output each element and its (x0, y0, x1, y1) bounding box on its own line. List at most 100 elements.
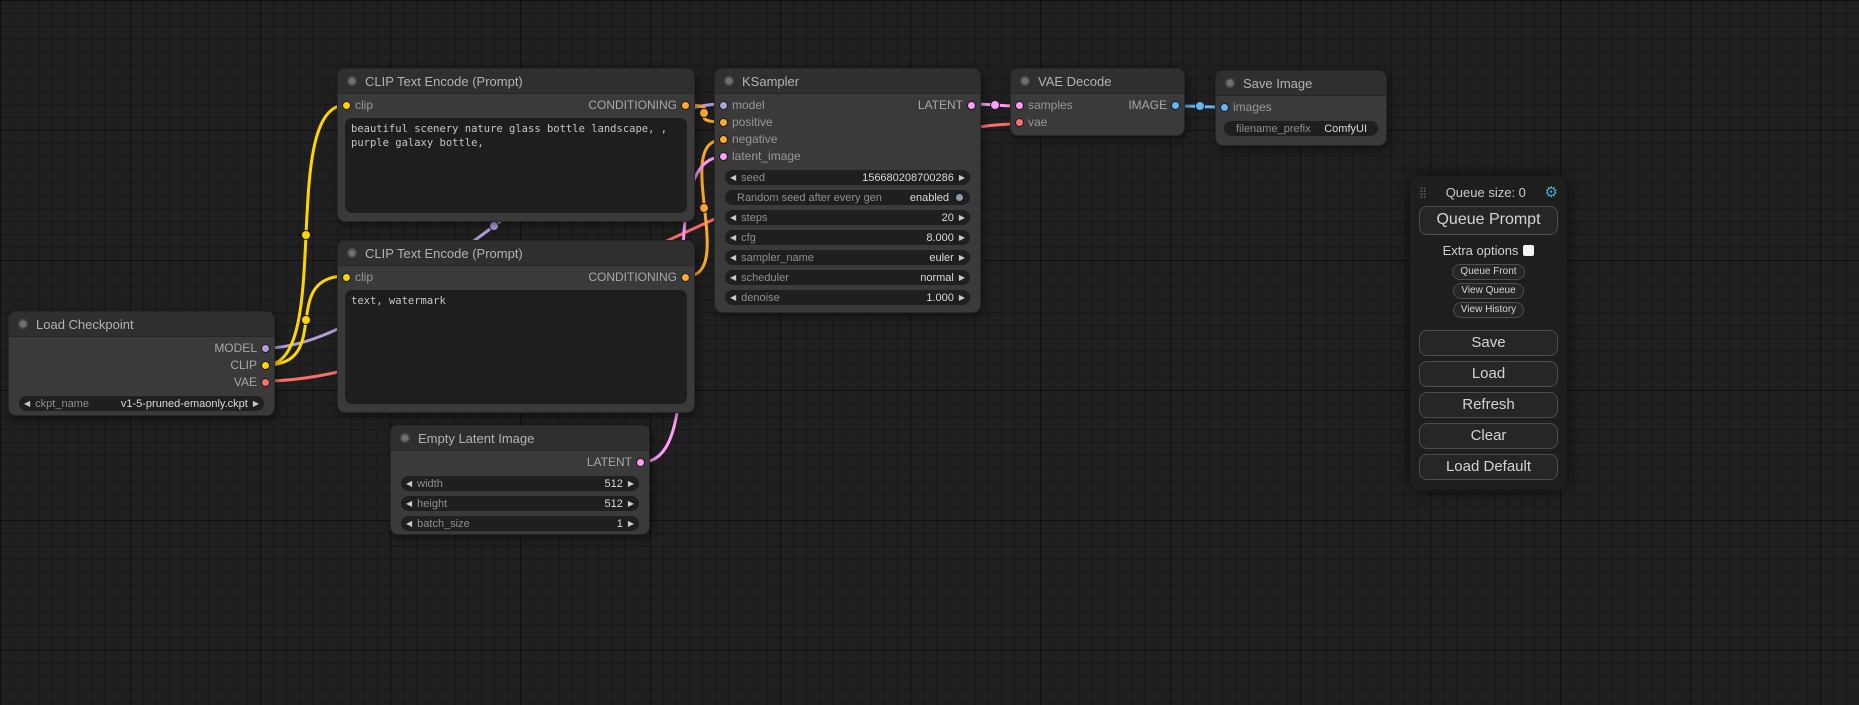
load-button[interactable]: Load (1419, 361, 1558, 387)
collapse-dot-icon[interactable] (1225, 78, 1235, 88)
arrow-left-icon[interactable]: ◀ (24, 396, 30, 411)
slot-row: positive (715, 114, 980, 131)
input-dot-model[interactable] (719, 101, 728, 110)
settings-gear-icon[interactable]: ⚙ (1545, 183, 1558, 201)
input-dot-latent-image[interactable] (719, 152, 728, 161)
arrow-left-icon[interactable]: ◀ (730, 230, 736, 245)
node-clip-text-encode-positive[interactable]: CLIP Text Encode (Prompt) clip CONDITION… (337, 68, 695, 222)
view-history-button[interactable]: View History (1453, 302, 1524, 318)
output-dot-image[interactable] (1171, 101, 1180, 110)
arrow-right-icon[interactable]: ▶ (959, 250, 965, 265)
arrow-right-icon[interactable]: ▶ (959, 210, 965, 225)
node-header[interactable]: CLIP Text Encode (Prompt) (338, 241, 694, 266)
arrow-left-icon[interactable]: ◀ (406, 496, 412, 511)
negative-prompt-textarea[interactable]: text, watermark (345, 290, 687, 404)
arrow-left-icon[interactable]: ◀ (730, 210, 736, 225)
extra-options-checkbox[interactable] (1523, 245, 1534, 256)
widget-batch-size[interactable]: ◀ batch_size 1 ▶ (401, 516, 639, 531)
widget-cfg[interactable]: ◀ cfg 8.000 ▶ (725, 230, 970, 245)
widget-label: ckpt_name (35, 398, 89, 410)
arrow-right-icon[interactable]: ▶ (628, 496, 634, 511)
input-dot-clip[interactable] (342, 101, 351, 110)
widget-value: enabled (910, 192, 949, 204)
arrow-left-icon[interactable]: ◀ (730, 270, 736, 285)
widget-random-seed-toggle[interactable]: Random seed after every gen enabled (725, 190, 970, 205)
widget-value: 8.000 (926, 232, 954, 244)
node-header[interactable]: Empty Latent Image (391, 426, 649, 451)
output-dot-model[interactable] (261, 344, 270, 353)
save-button[interactable]: Save (1419, 330, 1558, 356)
node-header[interactable]: KSampler (715, 69, 980, 94)
view-queue-button[interactable]: View Queue (1453, 283, 1523, 299)
output-dot-vae[interactable] (261, 378, 270, 387)
widget-scheduler[interactable]: ◀ scheduler normal ▶ (725, 270, 970, 285)
widget-value: v1-5-pruned-emaonly.ckpt (121, 398, 248, 410)
input-dot-samples[interactable] (1015, 101, 1024, 110)
node-header[interactable]: VAE Decode (1011, 69, 1184, 94)
wire-clip-to-negative-prompt (266, 276, 346, 365)
refresh-button[interactable]: Refresh (1419, 392, 1558, 418)
arrow-right-icon[interactable]: ▶ (628, 476, 634, 491)
collapse-dot-icon[interactable] (18, 319, 28, 329)
node-ksampler[interactable]: KSampler model LATENT positive negative … (714, 68, 981, 313)
widget-filename-prefix[interactable]: filename_prefix ComfyUI (1224, 121, 1378, 136)
queue-prompt-button[interactable]: Queue Prompt (1419, 206, 1558, 235)
widget-seed[interactable]: ◀ seed 156680208700286 ▶ (725, 170, 970, 185)
widget-height[interactable]: ◀ height 512 ▶ (401, 496, 639, 511)
arrow-right-icon[interactable]: ▶ (959, 170, 965, 185)
collapse-dot-icon[interactable] (724, 76, 734, 86)
node-header[interactable]: CLIP Text Encode (Prompt) (338, 69, 694, 94)
input-dot-negative[interactable] (719, 135, 728, 144)
slot-row: negative (715, 131, 980, 148)
widget-ckpt-name[interactable]: ◀ ckpt_name v1-5-pruned-emaonly.ckpt ▶ (19, 396, 264, 411)
workflow-actions: Save Load Refresh Clear Load Default (1419, 330, 1558, 480)
collapse-dot-icon[interactable] (347, 76, 357, 86)
input-dot-clip[interactable] (342, 273, 351, 282)
arrow-right-icon[interactable]: ▶ (253, 396, 259, 411)
drag-handle-icon[interactable]: ⣿ (1419, 186, 1427, 199)
output-label-latent: LATENT (918, 97, 963, 114)
node-clip-text-encode-negative[interactable]: CLIP Text Encode (Prompt) clip CONDITION… (337, 240, 695, 413)
arrow-left-icon[interactable]: ◀ (730, 290, 736, 305)
input-dot-images[interactable] (1220, 103, 1229, 112)
arrow-left-icon[interactable]: ◀ (730, 250, 736, 265)
widget-value: 156680208700286 (862, 172, 954, 184)
output-dot-conditioning[interactable] (681, 273, 690, 282)
node-save-image[interactable]: Save Image images filename_prefix ComfyU… (1215, 70, 1387, 146)
node-header[interactable]: Save Image (1216, 71, 1386, 96)
collapse-dot-icon[interactable] (1020, 76, 1030, 86)
arrow-right-icon[interactable]: ▶ (628, 516, 634, 531)
widget-denoise[interactable]: ◀ denoise 1.000 ▶ (725, 290, 970, 305)
queue-front-button[interactable]: Queue Front (1452, 264, 1524, 280)
collapse-dot-icon[interactable] (347, 248, 357, 258)
slot-row: CLIP (9, 357, 274, 374)
widget-sampler-name[interactable]: ◀ sampler_name euler ▶ (725, 250, 970, 265)
output-dot-conditioning[interactable] (681, 101, 690, 110)
load-default-button[interactable]: Load Default (1419, 454, 1558, 480)
node-header[interactable]: Load Checkpoint (9, 312, 274, 337)
output-dot-clip[interactable] (261, 361, 270, 370)
input-dot-positive[interactable] (719, 118, 728, 127)
arrow-right-icon[interactable]: ▶ (959, 290, 965, 305)
output-dot-latent[interactable] (636, 458, 645, 467)
toggle-indicator-icon[interactable] (955, 193, 964, 202)
widget-steps[interactable]: ◀ steps 20 ▶ (725, 210, 970, 225)
input-dot-vae[interactable] (1015, 118, 1024, 127)
output-dot-latent[interactable] (967, 101, 976, 110)
node-empty-latent-image[interactable]: Empty Latent Image LATENT ◀ width 512 ▶ … (390, 425, 650, 535)
node-vae-decode[interactable]: VAE Decode samples IMAGE vae (1010, 68, 1185, 136)
widget-label: height (417, 498, 447, 510)
slot-row: LATENT (391, 454, 649, 471)
node-title: VAE Decode (1038, 74, 1111, 89)
clear-button[interactable]: Clear (1419, 423, 1558, 449)
arrow-right-icon[interactable]: ▶ (959, 230, 965, 245)
arrow-left-icon[interactable]: ◀ (730, 170, 736, 185)
arrow-left-icon[interactable]: ◀ (406, 516, 412, 531)
node-title: CLIP Text Encode (Prompt) (365, 246, 523, 261)
arrow-left-icon[interactable]: ◀ (406, 476, 412, 491)
positive-prompt-textarea[interactable]: beautiful scenery nature glass bottle la… (345, 118, 687, 213)
node-load-checkpoint[interactable]: Load Checkpoint MODEL CLIP VAE ◀ ckpt_na… (8, 311, 275, 416)
collapse-dot-icon[interactable] (400, 433, 410, 443)
arrow-right-icon[interactable]: ▶ (959, 270, 965, 285)
widget-width[interactable]: ◀ width 512 ▶ (401, 476, 639, 491)
